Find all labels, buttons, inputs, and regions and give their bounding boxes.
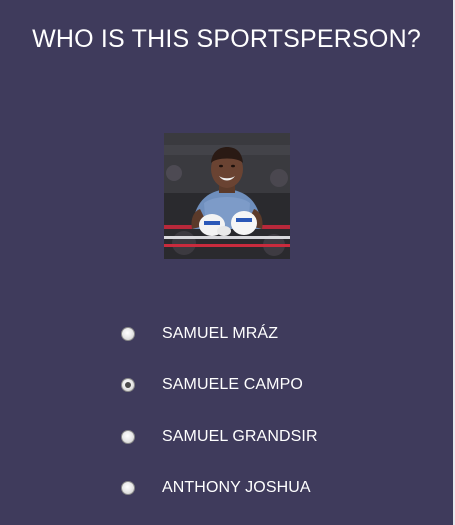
option-samuele-campo[interactable]: SAMUELE CAMPO (120, 373, 420, 397)
option-label: SAMUELE CAMPO (162, 376, 303, 393)
sportsperson-photo (164, 133, 290, 259)
option-label: SAMUEL MRÁZ (162, 325, 279, 342)
radio-button-selected[interactable] (121, 378, 135, 392)
radio-button[interactable] (121, 481, 135, 495)
option-label: SAMUEL GRANDSIR (162, 428, 318, 445)
option-samuel-mraz[interactable]: SAMUEL MRÁZ (120, 322, 420, 346)
radio-button[interactable] (121, 327, 135, 341)
page-title: WHO IS THIS SPORTSPERSON? (32, 25, 421, 53)
option-anthony-joshua[interactable]: ANTHONY JOSHUA (120, 476, 420, 500)
option-samuel-grandsir[interactable]: SAMUEL GRANDSIR (120, 425, 420, 449)
option-label: ANTHONY JOSHUA (162, 479, 311, 496)
radio-button[interactable] (121, 430, 135, 444)
